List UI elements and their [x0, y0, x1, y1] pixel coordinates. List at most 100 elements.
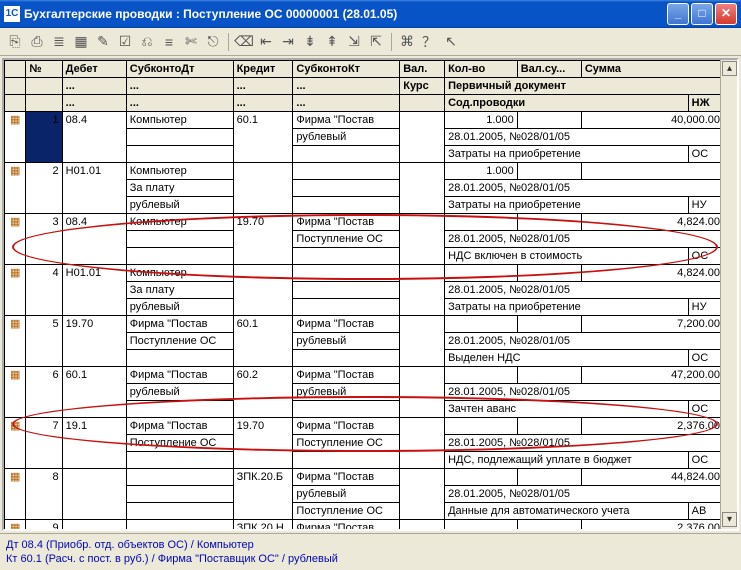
cell-val[interactable] — [400, 469, 445, 520]
cell-no[interactable]: 4 — [26, 265, 62, 316]
cell-nzh[interactable]: ОС — [688, 452, 723, 469]
cell-qty[interactable]: 1.000 — [445, 112, 518, 129]
cell-val[interactable] — [400, 112, 445, 163]
toolbar-button-7[interactable]: ≡ — [160, 33, 178, 51]
cell-valsum[interactable] — [517, 367, 581, 384]
cell-no[interactable]: 3 — [26, 214, 62, 265]
cell-doc[interactable]: 28.01.2005, №028/01/05 — [445, 282, 724, 299]
cell-valsum[interactable] — [517, 520, 581, 532]
cell-subdt[interactable]: За плату — [126, 282, 233, 299]
cell-subdt[interactable]: За плату — [126, 180, 233, 197]
cell-no[interactable]: 8 — [26, 469, 62, 520]
table-row[interactable]: ▦8ЗПК.20.БФирма "Постав44,824.00 — [5, 469, 724, 486]
cell-debit[interactable]: Н01.01 — [62, 163, 126, 214]
col-subdt[interactable]: СубконтоДт — [126, 61, 233, 78]
cell-credit[interactable]: 60.2 — [233, 367, 293, 418]
col-kurs[interactable]: Курс — [400, 78, 445, 95]
cell-subkt[interactable]: Фирма "Постав — [293, 112, 400, 129]
cell-subdt[interactable] — [126, 231, 233, 248]
cell-subkt[interactable]: Фирма "Постав — [293, 214, 400, 231]
toolbar-button-12[interactable]: ⇥ — [279, 33, 297, 51]
table-row[interactable]: ▦108.4Компьютер60.1Фирма "Постав1.00040,… — [5, 112, 724, 129]
cell-subdt[interactable]: Компьютер — [126, 112, 233, 129]
cell-doc[interactable]: 28.01.2005, №028/01/05 — [445, 129, 724, 146]
cell-qty[interactable]: 1.000 — [445, 163, 518, 180]
cell-val[interactable] — [400, 316, 445, 367]
cell-debit[interactable]: Н01.01 — [62, 265, 126, 316]
cell-nzh[interactable]: ОС — [688, 401, 723, 418]
col-sum[interactable]: Сумма — [581, 61, 723, 78]
cell-credit[interactable]: ЗПК.20.Н — [233, 520, 293, 532]
cell-subkt[interactable]: рублевый — [293, 333, 400, 350]
cell-subkt[interactable]: Поступление ОС — [293, 231, 400, 248]
cell-subkt[interactable]: Фирма "Постав — [293, 520, 400, 532]
toolbar-button-19[interactable]: ↖ — [442, 33, 460, 51]
cell-subkt[interactable] — [293, 248, 400, 265]
cell-sum[interactable]: 4,824.00 — [581, 214, 723, 231]
cell-nzh[interactable]: ОС — [688, 248, 723, 265]
cell-sod[interactable]: НДС, подлежащий уплате в бюджет — [445, 452, 689, 469]
cell-nzh[interactable]: ОС — [688, 146, 723, 163]
cell-nzh[interactable]: НУ — [688, 299, 723, 316]
col-icon[interactable] — [5, 61, 26, 78]
col-sod[interactable]: Сод.проводки — [445, 95, 689, 112]
cell-subkt[interactable] — [293, 401, 400, 418]
cell-doc[interactable]: 28.01.2005, №028/01/05 — [445, 384, 724, 401]
cell-credit[interactable] — [233, 265, 293, 316]
cell-no[interactable]: 6 — [26, 367, 62, 418]
cell-subdt[interactable] — [126, 452, 233, 469]
cell-subdt[interactable]: Компьютер — [126, 265, 233, 282]
cell-credit[interactable]: 19.70 — [233, 418, 293, 469]
cell-sod[interactable]: Зачтен аванс — [445, 401, 689, 418]
cell-subkt[interactable] — [293, 299, 400, 316]
cell-debit[interactable]: 08.4 — [62, 214, 126, 265]
cell-subdt[interactable] — [126, 520, 233, 532]
cell-valsum[interactable] — [517, 418, 581, 435]
cell-qty[interactable] — [445, 214, 518, 231]
cell-subdt[interactable]: рублевый — [126, 299, 233, 316]
cell-subdt[interactable] — [126, 129, 233, 146]
cell-sod[interactable]: Затраты на приобретение — [445, 299, 689, 316]
cell-debit[interactable]: 60.1 — [62, 367, 126, 418]
cell-valsum[interactable] — [517, 265, 581, 282]
cell-credit[interactable]: 19.70 — [233, 214, 293, 265]
col-valsum[interactable]: Вал.су... — [517, 61, 581, 78]
scroll-down-button[interactable]: ▾ — [722, 512, 737, 527]
cell-subdt[interactable] — [126, 469, 233, 486]
cell-valsum[interactable] — [517, 214, 581, 231]
cell-subkt[interactable]: Поступление ОС — [293, 435, 400, 452]
cell-doc[interactable]: 28.01.2005, №028/01/05 — [445, 180, 724, 197]
close-button[interactable]: ✕ — [715, 3, 737, 25]
cell-qty[interactable] — [445, 265, 518, 282]
cell-doc[interactable]: 28.01.2005, №028/01/05 — [445, 435, 724, 452]
minimize-button[interactable]: _ — [667, 3, 689, 25]
cell-qty[interactable] — [445, 520, 518, 532]
table-row[interactable]: ▦719.1Фирма "Постав19.70Фирма "Постав2,3… — [5, 418, 724, 435]
cell-val[interactable] — [400, 520, 445, 532]
cell-subdt[interactable]: рублевый — [126, 384, 233, 401]
cell-qty[interactable] — [445, 316, 518, 333]
table-row[interactable]: ▦9ЗПК.20.НФирма "Постав2,376.00 — [5, 520, 724, 532]
cell-subdt[interactable]: Компьютер — [126, 163, 233, 180]
toolbar-button-9[interactable]: ⎋ — [204, 33, 222, 51]
cell-no[interactable]: 9 — [26, 520, 62, 532]
cell-qty[interactable] — [445, 469, 518, 486]
cell-subdt[interactable]: рублевый — [126, 197, 233, 214]
cell-debit[interactable]: 08.4 — [62, 112, 126, 163]
cell-subdt[interactable] — [126, 401, 233, 418]
cell-val[interactable] — [400, 367, 445, 418]
cell-credit[interactable] — [233, 163, 293, 214]
toolbar-button-5[interactable]: ☑ — [116, 33, 134, 51]
cell-subkt[interactable] — [293, 452, 400, 469]
cell-subdt[interactable] — [126, 503, 233, 520]
toolbar-button-6[interactable]: ⎌ — [138, 33, 156, 51]
table-row[interactable]: ▦519.70Фирма "Постав60.1Фирма "Постав7,2… — [5, 316, 724, 333]
cell-subdt[interactable] — [126, 248, 233, 265]
toolbar-button-4[interactable]: ✎ — [94, 33, 112, 51]
col-subkt[interactable]: СубконтоКт — [293, 61, 400, 78]
cell-debit[interactable] — [62, 520, 126, 532]
cell-no[interactable]: 2 — [26, 163, 62, 214]
cell-qty[interactable] — [445, 418, 518, 435]
cell-doc[interactable]: 28.01.2005, №028/01/05 — [445, 231, 724, 248]
cell-subkt[interactable]: Фирма "Постав — [293, 316, 400, 333]
